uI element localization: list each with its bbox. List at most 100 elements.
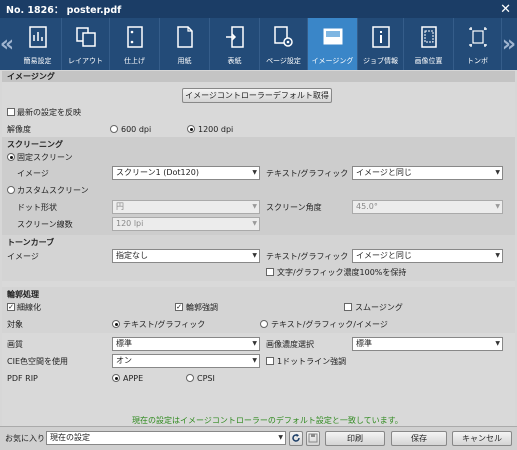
tab-paper[interactable]: 用紙 — [160, 18, 210, 70]
tab-label: ジョブ情報 — [363, 57, 398, 65]
close-icon[interactable]: ✕ — [500, 3, 511, 16]
dot-shape-label: ドット形状 — [17, 203, 57, 212]
save-button[interactable]: 保存 — [391, 431, 447, 446]
prev-tabs-arrow[interactable]: « — [0, 18, 14, 70]
tone-curve-image-label: イメージ — [7, 252, 39, 261]
tone-curve-title: トーンカーブ — [7, 238, 55, 247]
next-tabs-arrow[interactable]: » — [502, 18, 516, 70]
tab-imaging[interactable]: イメージング — [308, 18, 358, 70]
layout-icon — [75, 27, 96, 47]
dot-shape-select[interactable]: 円 — [112, 200, 260, 214]
dotline-checkbox[interactable] — [266, 357, 274, 365]
target-text-graphic-radio[interactable] — [112, 320, 120, 328]
fixed-screen-label: 固定スクリーン — [17, 153, 73, 162]
tone-curve-image-select[interactable]: 指定なし — [112, 249, 260, 263]
target-text-graphic-image-radio[interactable] — [260, 320, 268, 328]
tab-label: イメージング — [311, 57, 354, 65]
imaging-section-title: イメージング — [2, 71, 515, 82]
screen-lines-select[interactable]: 120 lpi — [112, 217, 260, 231]
job-info-icon — [371, 26, 390, 48]
paper-icon — [176, 26, 193, 48]
tab-label: トンボ — [467, 57, 488, 65]
tab-label: 表紙 — [227, 57, 242, 65]
cancel-button[interactable]: キャンセル — [452, 431, 512, 446]
screening-image-select[interactable]: スクリーン1 (Dot120) — [112, 166, 260, 180]
edge-emphasis-checkbox[interactable]: ✓ — [175, 303, 183, 311]
imaging-panel: イメージング イメージコントローラーデフォルト取得 最新の設定を反映 解像度 6… — [2, 71, 515, 426]
easy-settings-icon — [28, 26, 47, 48]
cie-select[interactable]: オン — [112, 354, 260, 368]
tab-label: 用紙 — [177, 57, 192, 65]
crop-marks-icon — [468, 27, 487, 47]
tab-label: 画像位置 — [414, 57, 443, 65]
tab-label: 仕上げ — [124, 57, 145, 65]
cover-icon — [225, 26, 244, 48]
smoothing-checkbox[interactable] — [344, 303, 352, 311]
screening-text-graphic-label: テキスト/グラフィック — [266, 169, 349, 178]
target-label: 対象 — [7, 320, 23, 329]
tab-job-info[interactable]: ジョブ情報 — [358, 18, 404, 70]
screening-text-graphic-select[interactable]: イメージと同じ — [352, 166, 503, 180]
favorites-label: お気に入り — [5, 434, 45, 443]
resolution-600-label: 600 dpi — [121, 125, 152, 134]
keep-100-checkbox[interactable] — [266, 268, 274, 276]
cpsi-radio[interactable] — [186, 374, 194, 382]
finishing-icon — [126, 26, 143, 48]
tab-crop-marks[interactable]: トンボ — [454, 18, 502, 70]
custom-screen-label: カスタムスクリーン — [17, 186, 89, 195]
tone-curve-text-graphic-select[interactable]: イメージと同じ — [352, 249, 503, 263]
quality-label: 画質 — [7, 340, 23, 349]
resolution-label: 解像度 — [7, 125, 31, 134]
resolution-1200-label: 1200 dpi — [198, 125, 234, 134]
screening-image-label: イメージ — [17, 169, 49, 178]
density-label: 画像濃度選択 — [266, 340, 314, 349]
quality-select[interactable]: 標準 — [112, 337, 260, 351]
resolution-600-radio[interactable] — [110, 125, 118, 133]
density-select[interactable]: 標準 — [352, 337, 503, 351]
custom-screen-radio[interactable] — [7, 186, 15, 194]
favorites-select[interactable]: 現在の設定 — [46, 431, 286, 445]
reflect-latest-label: 最新の設定を反映 — [17, 108, 81, 117]
tone-curve-text-graphic-label: テキスト/グラフィック — [266, 252, 349, 261]
reflect-latest-checkbox[interactable] — [7, 108, 15, 116]
print-button[interactable]: 印刷 — [325, 431, 385, 446]
thinning-checkbox[interactable]: ✓ — [7, 303, 15, 311]
tab-image-position[interactable]: 画像位置 — [404, 18, 454, 70]
tab-layout[interactable]: レイアウト — [62, 18, 110, 70]
edge-emphasis-label: 輪郭強調 — [186, 303, 218, 312]
cpsi-label: CPSI — [197, 374, 215, 383]
appe-label: APPE — [123, 374, 144, 383]
resolution-1200-radio[interactable] — [187, 125, 195, 133]
footer-bar: お気に入り 現在の設定 印刷 保存 キャンセル — [0, 426, 517, 450]
tab-page-settings[interactable]: ページ設定 — [260, 18, 308, 70]
tab-cover[interactable]: 表紙 — [210, 18, 260, 70]
window-titlebar: No. 1826： poster.pdf ✕ — [0, 0, 517, 18]
screen-lines-label: スクリーン線数 — [17, 220, 73, 229]
screening-title: スクリーニング — [7, 140, 63, 149]
target-text-graphic-image-label: テキスト/グラフィック/イメージ — [271, 320, 388, 329]
settings-toolbar: « 簡易設定 レイアウト 仕上げ 用紙 表紙 ページ設定 イメージング ジョブ情… — [0, 18, 517, 70]
page-settings-icon — [273, 26, 293, 47]
edge-group — [2, 287, 515, 333]
image-position-icon — [420, 26, 437, 48]
target-text-graphic-label: テキスト/グラフィック — [123, 320, 206, 329]
tab-label: レイアウト — [68, 57, 103, 65]
appe-radio[interactable] — [112, 374, 120, 382]
cie-label: CIE色空間を使用 — [7, 357, 68, 366]
refresh-icon[interactable] — [289, 431, 303, 446]
dotline-label: 1ドットライン強調 — [277, 357, 347, 366]
window-title: No. 1826： poster.pdf — [6, 5, 122, 16]
screen-angle-label: スクリーン角度 — [266, 203, 322, 212]
screen-angle-select[interactable]: 45.0° — [352, 200, 503, 214]
keep-100-label: 文字/グラフィック濃度100%を保持 — [277, 268, 407, 277]
save-icon[interactable] — [306, 431, 320, 446]
smoothing-label: スムージング — [355, 303, 403, 312]
get-default-button[interactable]: イメージコントローラーデフォルト取得 — [182, 88, 332, 103]
pdf-rip-label: PDF RIP — [7, 374, 38, 383]
tab-finishing[interactable]: 仕上げ — [110, 18, 160, 70]
status-message: 現在の設定はイメージコントローラーのデフォルト設定と一致しています。 — [132, 416, 403, 425]
fixed-screen-radio[interactable] — [7, 153, 15, 161]
tab-easy-settings[interactable]: 簡易設定 — [14, 18, 62, 70]
tab-label: ページ設定 — [266, 57, 301, 65]
imaging-icon — [323, 28, 342, 45]
